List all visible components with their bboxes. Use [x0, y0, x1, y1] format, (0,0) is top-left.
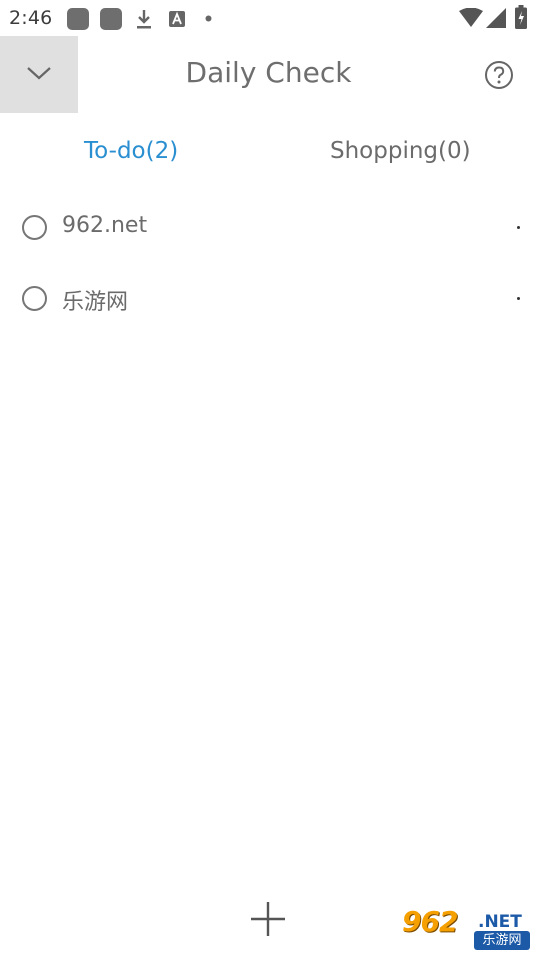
- plus-icon: [249, 902, 287, 942]
- item-menu-dot-icon[interactable]: [517, 226, 520, 229]
- watermark-site-name: 乐游网: [474, 931, 530, 950]
- cell-signal-icon: [486, 8, 506, 28]
- list-item[interactable]: 962.net: [0, 202, 537, 252]
- checkbox-circle[interactable]: [22, 215, 47, 240]
- list-item[interactable]: 乐游网: [0, 273, 537, 323]
- wifi-icon: [459, 8, 483, 28]
- page-title: Daily Check: [185, 56, 352, 89]
- notification-square-icon: [67, 8, 89, 30]
- watermark-logo: 962 .NET 乐游网: [398, 905, 532, 953]
- add-button[interactable]: [249, 900, 287, 938]
- status-bar: 2:46: [0, 0, 537, 36]
- watermark-number: 962: [402, 905, 458, 938]
- font-a-icon: [169, 11, 185, 27]
- checkbox-circle[interactable]: [22, 286, 47, 311]
- todo-item-label: 乐游网: [62, 290, 129, 315]
- tab-todo[interactable]: To-do(2): [84, 138, 178, 164]
- help-circle-icon: [484, 61, 514, 94]
- battery-charging-icon: [515, 5, 527, 29]
- help-button[interactable]: [484, 60, 514, 90]
- dot-icon: [205, 15, 212, 22]
- watermark-net: .NET: [478, 912, 522, 932]
- download-icon: [135, 8, 153, 30]
- todo-item-label: 962.net: [62, 213, 148, 238]
- status-time: 2:46: [9, 7, 53, 29]
- tab-shopping[interactable]: Shopping(0): [330, 138, 471, 164]
- item-menu-dot-icon[interactable]: [517, 297, 520, 300]
- notification-square-icon: [100, 8, 122, 30]
